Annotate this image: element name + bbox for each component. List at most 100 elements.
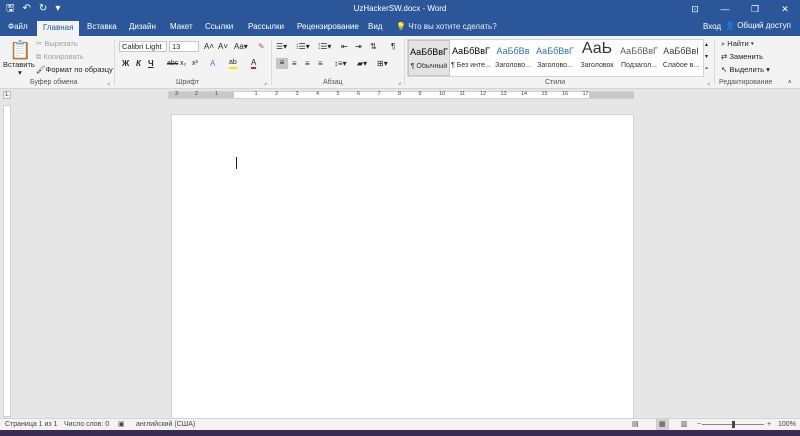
font-color-button[interactable]: A (251, 59, 257, 69)
line-spacing-icon[interactable]: ↕≡▾ (334, 59, 347, 69)
style-item[interactable]: АаБбВв Заголово... (492, 40, 534, 76)
print-layout-icon[interactable]: ▦ (656, 419, 669, 430)
tell-me-search[interactable]: 💡 Что вы хотите сделать? (396, 22, 497, 31)
document-page[interactable] (171, 114, 634, 424)
style-item[interactable]: АаЬ Заголовок (576, 40, 618, 76)
tab-view[interactable]: Вид (368, 22, 382, 31)
ruler-number: 14 (521, 91, 528, 97)
bullets-icon[interactable]: ☰▾ (276, 42, 287, 52)
maximize-icon[interactable]: ❐ (740, 0, 770, 19)
font-launcher-icon[interactable]: ⌟ (264, 79, 267, 86)
paste-dropdown-icon[interactable]: ▾ (18, 68, 22, 77)
font-size-select[interactable]: 13 (169, 41, 199, 52)
text-effects-button[interactable]: A (210, 59, 215, 69)
brush-icon: 🖌 (36, 65, 46, 74)
proofing-icon[interactable]: ▣ (118, 419, 125, 430)
decrease-indent-icon[interactable]: ⇤ (341, 42, 348, 52)
style-item[interactable]: АаБбВвГ Подзагол... (618, 40, 660, 76)
styles-more-icon[interactable]: ⩡ (705, 64, 708, 74)
styles-scroll-down-icon[interactable]: ▾ (705, 52, 708, 62)
underline-button[interactable]: Ч (148, 59, 154, 69)
styles-scroll-up-icon[interactable]: ▴ (705, 40, 708, 50)
styles-launcher-icon[interactable]: ⌟ (707, 79, 710, 86)
shading-icon[interactable]: ▰▾ (357, 59, 367, 69)
pilcrow-icon[interactable]: ¶ (391, 42, 395, 52)
increase-indent-icon[interactable]: ⇥ (355, 42, 362, 52)
zoom-out-icon[interactable]: − (697, 419, 701, 430)
style-preview: АаБбВвГ (536, 46, 574, 56)
style-item[interactable]: АаБбВвГ Заголово... (534, 40, 576, 76)
horizontal-ruler[interactable]: 3 2 1 1 2 3 4 5 6 7 8 9 10 11 12 13 14 15 16 17 (168, 91, 634, 99)
word-count[interactable]: Число слов: 0 (64, 419, 109, 430)
ruler-number: 2 (195, 91, 199, 97)
close-icon[interactable]: ✕ (770, 0, 800, 19)
zoom-slider-thumb[interactable] (732, 421, 735, 428)
zoom-in-icon[interactable]: + (767, 419, 771, 430)
strikethrough-button[interactable]: abc (167, 59, 178, 69)
paste-icon[interactable]: 📋 (9, 40, 31, 60)
vertical-ruler[interactable] (3, 105, 11, 417)
clipboard-group-label: Буфер обмена (30, 79, 78, 86)
find-button[interactable]: ⌕ Найти ▾ (721, 39, 754, 49)
title-bar: 🖫 ↶ ↻ ▾ UzHackerSW.docx - Word ⊡ — ❐ ✕ (0, 0, 800, 19)
grow-font-icon[interactable]: A˄ (204, 42, 214, 52)
sign-in-link[interactable]: Вход (703, 22, 721, 31)
tab-file[interactable]: Файл (8, 22, 28, 31)
subscript-button[interactable]: x₂ (180, 59, 186, 69)
justify-icon[interactable]: ≡ (318, 59, 323, 69)
borders-icon[interactable]: ⊞▾ (377, 59, 388, 69)
collapse-ribbon-icon[interactable]: ˄ (788, 78, 792, 88)
select-button[interactable]: ↖ Выделить ▾ (721, 65, 770, 74)
clear-formatting-icon[interactable]: ✎ (258, 42, 265, 52)
style-item[interactable]: АаБбВвГ ¶ Без инте... (450, 40, 492, 76)
ruler-number: 17 (582, 91, 589, 97)
shrink-font-icon[interactable]: A˅ (218, 42, 228, 52)
align-center-icon[interactable]: ≡ (292, 59, 297, 69)
change-case-icon[interactable]: Aa▾ (234, 42, 248, 52)
style-preview: АаБбВвГ (410, 47, 448, 57)
tab-design[interactable]: Дизайн (129, 22, 156, 31)
tab-insert[interactable]: Вставка (87, 22, 117, 31)
tab-layout[interactable]: Макет (170, 22, 193, 31)
style-preview: АаЬ (581, 40, 613, 57)
style-item[interactable]: АаБбВвІ Слабое в... (660, 40, 702, 76)
align-right-icon[interactable]: ≡ (305, 59, 310, 69)
web-layout-icon[interactable]: ▥ (681, 419, 688, 430)
superscript-button[interactable]: x² (192, 59, 198, 69)
tab-review[interactable]: Рецензирование (297, 22, 359, 31)
read-mode-icon[interactable]: ▤ (632, 419, 639, 430)
cut-label: Вырезать (44, 39, 78, 48)
style-name: Заголово... (537, 62, 573, 69)
tab-mailings[interactable]: Рассылки (248, 22, 284, 31)
copy-button[interactable]: ⧉ Копировать (36, 52, 84, 62)
align-left-icon[interactable]: ≡ (276, 58, 288, 69)
multilevel-list-icon[interactable]: ⁞☰▾ (318, 42, 331, 52)
ruler-left-margin (169, 92, 234, 98)
style-item[interactable]: АаБбВвГ ¶ Обычный (408, 40, 450, 76)
change-case-label: Aa (234, 42, 244, 51)
style-name: ¶ Обычный (410, 63, 448, 70)
tab-selector-icon[interactable]: L (3, 91, 11, 99)
clipboard-launcher-icon[interactable]: ⌟ (107, 79, 110, 86)
cut-button[interactable]: ✂ Вырезать (36, 39, 78, 48)
zoom-level[interactable]: 100% (778, 419, 796, 430)
text-cursor (236, 157, 237, 169)
numbering-icon[interactable]: ⁝☰▾ (296, 42, 310, 52)
replace-button[interactable]: ⇄ Заменить (721, 52, 763, 61)
tab-home[interactable]: Главная (37, 21, 80, 36)
ribbon-display-options-icon[interactable]: ⊡ (680, 0, 710, 19)
italic-button[interactable]: К (136, 59, 141, 69)
page-count[interactable]: Страница 1 из 1 (5, 419, 57, 430)
language-indicator[interactable]: английский (США) (136, 419, 195, 430)
replace-label: Заменить (729, 52, 764, 61)
font-name-select[interactable]: Calibri Light (119, 41, 167, 52)
format-painter-button[interactable]: 🖌Формат по образцу (36, 65, 113, 74)
share-button[interactable]: 👤 Общий доступ (725, 21, 791, 30)
sort-icon[interactable]: ⇅ (370, 42, 377, 52)
paragraph-launcher-icon[interactable]: ⌟ (398, 79, 401, 86)
bold-button[interactable]: Ж (122, 59, 129, 69)
vertical-scrollbar[interactable] (789, 99, 800, 417)
minimize-icon[interactable]: — (710, 0, 740, 19)
tab-references[interactable]: Ссылки (205, 22, 233, 31)
highlight-button[interactable]: ab (229, 59, 237, 69)
